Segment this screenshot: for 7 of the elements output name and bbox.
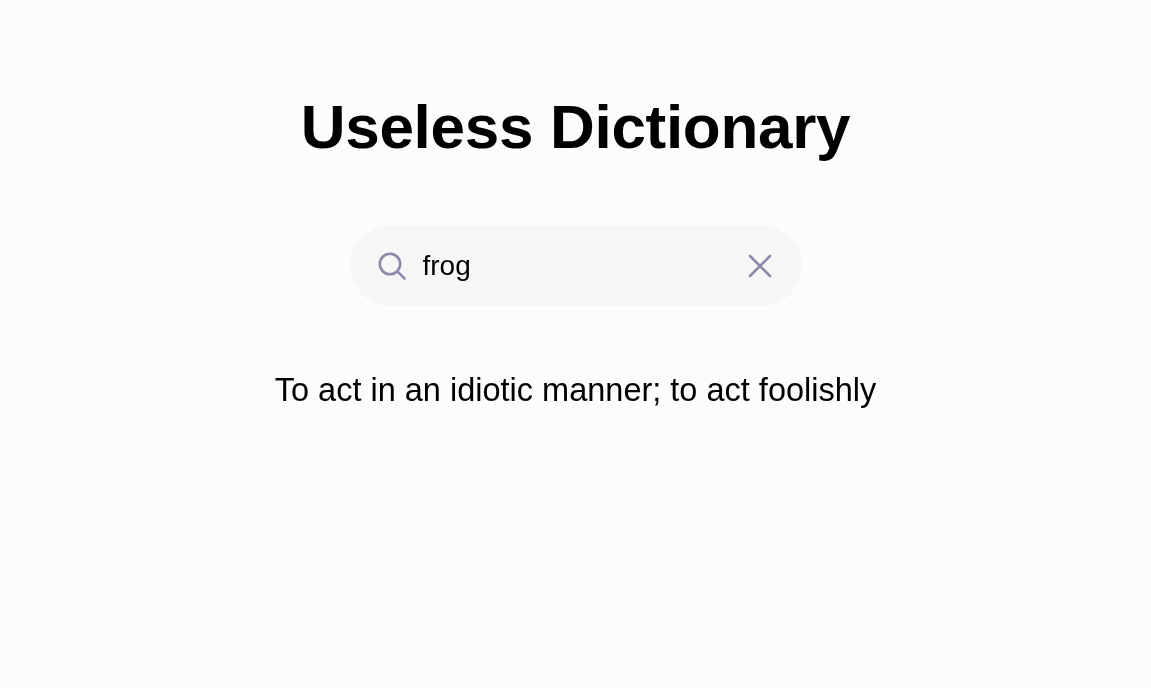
clear-button[interactable] [747,254,772,278]
search-field[interactable]: frog [349,226,802,306]
search-icon [377,252,406,280]
close-icon [747,254,772,278]
definition-text: To act in an idiotic manner; to act foolishly [274,371,877,409]
search-input[interactable]: frog [422,246,731,286]
page-title: Useless Dictionary [300,91,851,163]
